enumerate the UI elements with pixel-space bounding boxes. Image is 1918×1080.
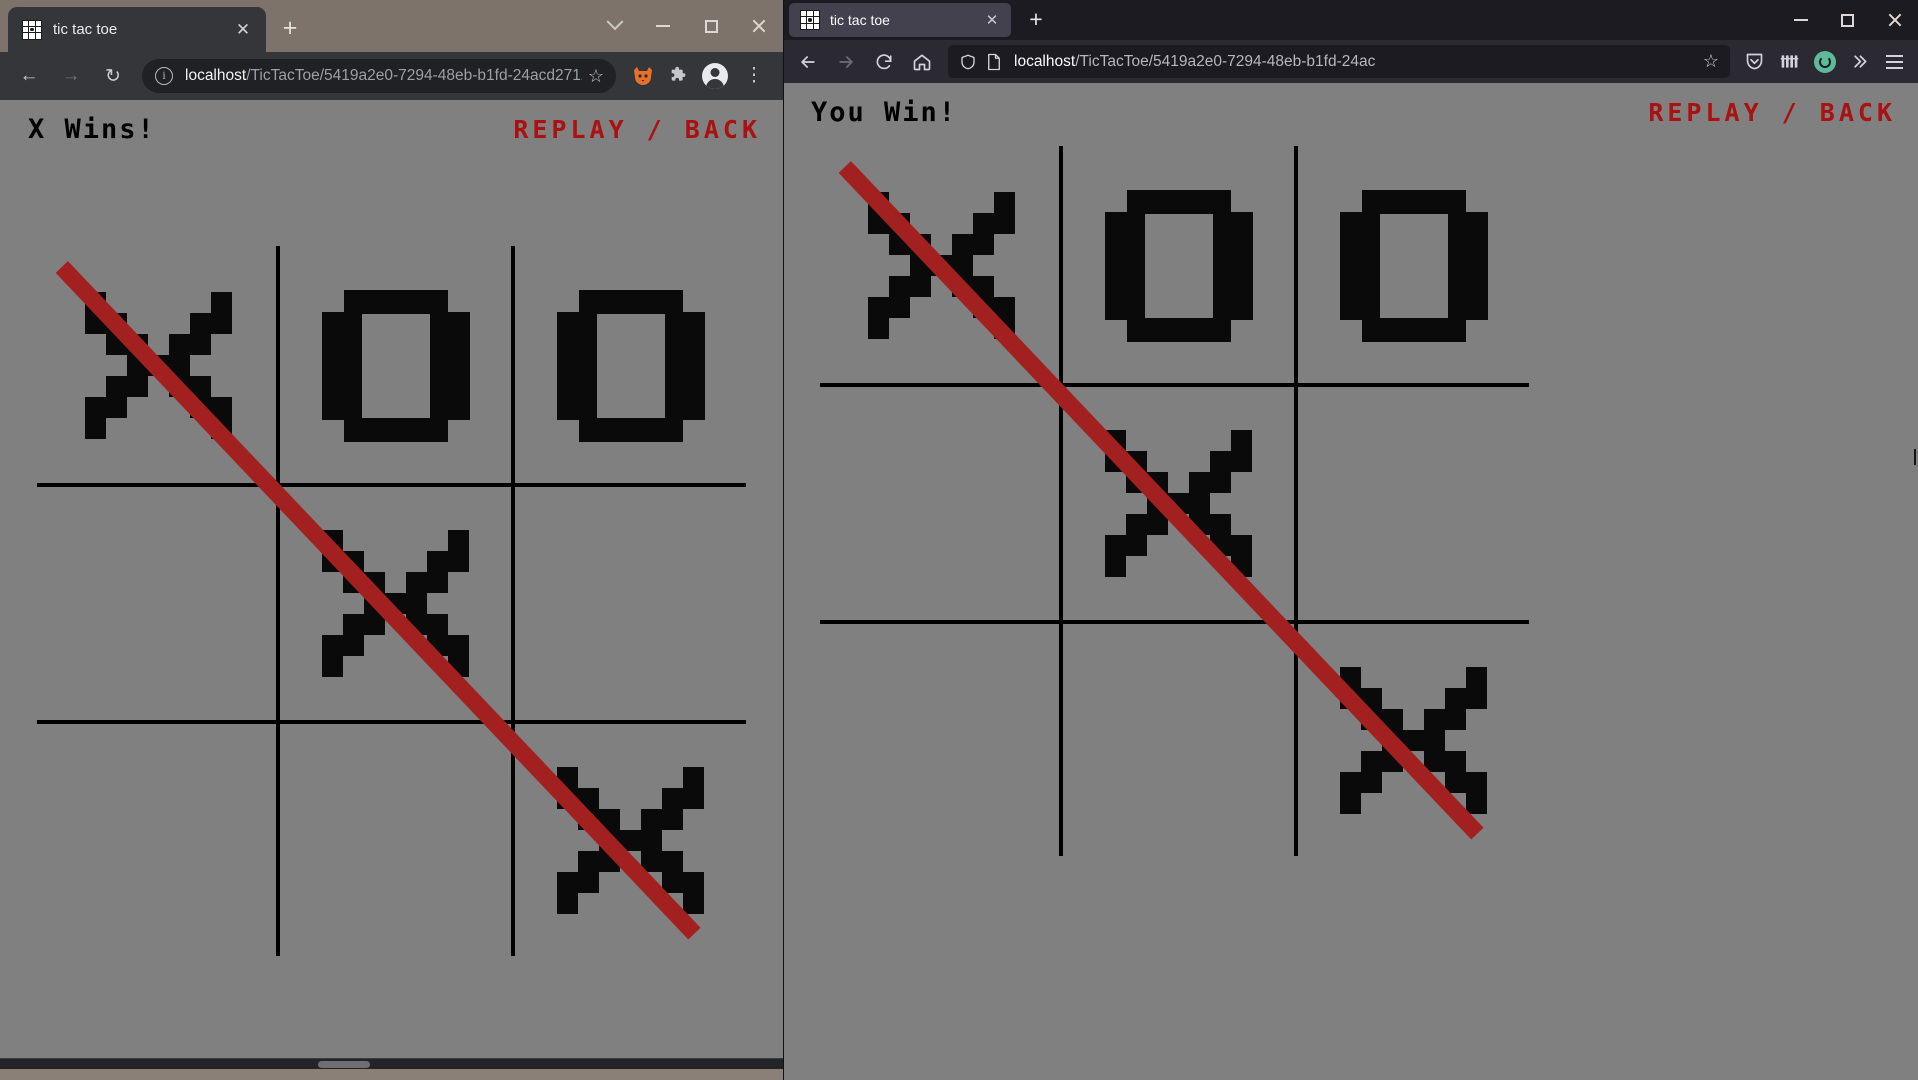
- chrome-url-host: localhost: [185, 67, 247, 84]
- game-header-right: You Win! REPLAY / BACK: [783, 83, 1918, 128]
- chrome-toolbar: ← → ↻ i localhost/TicTacToe/5419a2e0-729…: [0, 52, 783, 100]
- forward-icon[interactable]: →: [53, 58, 89, 94]
- close-window-button[interactable]: [1871, 0, 1918, 40]
- cell-0-1[interactable]: [1063, 148, 1294, 383]
- green-circle-extension-icon[interactable]: [1808, 45, 1841, 78]
- cell-2-1[interactable]: [1063, 624, 1294, 856]
- firefox-window: tic tac toe ✕ + localhost/TicTacToe/5419…: [783, 0, 1918, 1080]
- back-icon[interactable]: ←: [11, 58, 47, 94]
- home-icon[interactable]: [905, 45, 939, 79]
- tic-tac-toe-grid-icon: [800, 10, 820, 30]
- chrome-tab-title: tic tac toe: [53, 21, 118, 38]
- window-divider: [783, 0, 784, 1080]
- mark-o: [321, 289, 470, 442]
- fox-extension-icon[interactable]: [627, 60, 659, 92]
- game-status-left: X Wins!: [28, 114, 156, 145]
- forward-icon[interactable]: [829, 45, 863, 79]
- site-info-icon[interactable]: i: [155, 67, 173, 85]
- profile-avatar[interactable]: [699, 60, 731, 92]
- chrome-tab-tic-tac-toe[interactable]: tic tac toe ✕: [8, 7, 266, 52]
- chrome-url-text: localhost/TicTacToe/5419a2e0-7294-48eb-b…: [185, 67, 582, 85]
- firefox-address-bar[interactable]: localhost/TicTacToe/5419a2e0-7294-48eb-b…: [948, 45, 1730, 78]
- new-tab-button[interactable]: +: [1023, 7, 1049, 33]
- text-cursor: [1914, 449, 1916, 465]
- tracking-protection-shield-icon[interactable]: [958, 52, 977, 71]
- firefox-url-host: localhost: [1014, 52, 1076, 70]
- firefox-tab-strip: tic tac toe ✕ +: [783, 0, 1918, 40]
- tab-search-chevron-down-icon[interactable]: [591, 0, 639, 52]
- new-tab-button[interactable]: +: [276, 15, 304, 43]
- mark-o: [1339, 189, 1488, 342]
- close-icon[interactable]: ✕: [979, 9, 1005, 31]
- cell-2-2[interactable]: [515, 724, 746, 956]
- mark-o: [556, 289, 705, 442]
- firefox-window-controls: [1777, 0, 1918, 40]
- cell-1-2[interactable]: [1298, 387, 1529, 620]
- save-to-pocket-icon[interactable]: [1738, 45, 1771, 78]
- library-icon[interactable]: [1773, 45, 1806, 78]
- game-header-left: X Wins! REPLAY / BACK: [0, 100, 783, 145]
- mark-x: [557, 766, 704, 914]
- cell-0-1[interactable]: [280, 248, 511, 483]
- cell-0-2[interactable]: [1298, 148, 1529, 383]
- cell-1-2[interactable]: [515, 487, 746, 720]
- cell-1-0[interactable]: [824, 387, 1059, 620]
- tic-tac-toe-grid-icon: [22, 19, 42, 40]
- mark-x: [1340, 666, 1487, 814]
- puzzle-extensions-icon[interactable]: [663, 60, 695, 92]
- reload-icon[interactable]: ↻: [95, 58, 131, 94]
- cell-2-0[interactable]: [41, 724, 276, 956]
- cell-0-2[interactable]: [515, 248, 746, 483]
- maximize-button[interactable]: [687, 0, 735, 52]
- tictactoe-page-right: You Win! REPLAY / BACK: [783, 83, 1918, 1080]
- cell-2-1[interactable]: [280, 724, 511, 956]
- horizontal-scrollbar[interactable]: [0, 1058, 783, 1069]
- firefox-tab-tic-tac-toe[interactable]: tic tac toe ✕: [789, 3, 1011, 37]
- close-icon[interactable]: ✕: [230, 17, 256, 43]
- application-menu-icon[interactable]: [1878, 45, 1911, 78]
- scrollbar-thumb[interactable]: [318, 1061, 370, 1068]
- overflow-chevrons-icon[interactable]: [1843, 45, 1876, 78]
- game-board-left[interactable]: [0, 100, 783, 1069]
- replay-back-link-left[interactable]: REPLAY / BACK: [513, 115, 761, 144]
- chrome-address-bar[interactable]: i localhost/TicTacToe/5419a2e0-7294-48eb…: [142, 59, 616, 93]
- page-info-doc-icon[interactable]: [984, 52, 1003, 71]
- chrome-menu-kebab-icon[interactable]: ⋮: [736, 58, 772, 94]
- chrome-window-controls: [591, 0, 783, 52]
- game-board-right[interactable]: [783, 83, 1918, 1080]
- game-status-right: You Win!: [811, 97, 958, 128]
- firefox-url-text: localhost/TicTacToe/5419a2e0-7294-48eb-b…: [1014, 53, 1697, 71]
- chrome-url-path: /TicTacToe/5419a2e0-7294-48eb-b1fd-24acd…: [246, 67, 582, 84]
- firefox-url-path: /TicTacToe/5419a2e0-7294-48eb-b1fd-24ac: [1075, 52, 1376, 70]
- firefox-tab-title: tic tac toe: [830, 12, 890, 28]
- reload-icon[interactable]: [867, 45, 901, 79]
- bookmark-star-icon[interactable]: ☆: [582, 62, 610, 90]
- tictactoe-page-left: X Wins! REPLAY / BACK: [0, 100, 783, 1069]
- minimize-button[interactable]: [639, 0, 687, 52]
- replay-back-link-right[interactable]: REPLAY / BACK: [1648, 98, 1896, 127]
- cell-1-0[interactable]: [41, 487, 276, 720]
- dual-browser-screen: tic tac toe ✕ + ← → ↻ i localhost/TicTac…: [0, 0, 1918, 1080]
- firefox-toolbar: localhost/TicTacToe/5419a2e0-7294-48eb-b…: [783, 40, 1918, 83]
- chrome-tab-strip: tic tac toe ✕ +: [0, 0, 783, 52]
- cell-2-0[interactable]: [824, 624, 1059, 856]
- mark-o: [1104, 189, 1253, 342]
- cell-2-2[interactable]: [1298, 624, 1529, 856]
- maximize-button[interactable]: [1824, 0, 1871, 40]
- chrome-window: tic tac toe ✕ + ← → ↻ i localhost/TicTac…: [0, 0, 783, 1080]
- bookmark-star-icon[interactable]: ☆: [1697, 48, 1725, 76]
- minimize-button[interactable]: [1777, 0, 1824, 40]
- back-icon[interactable]: [791, 45, 825, 79]
- close-window-button[interactable]: [735, 0, 783, 52]
